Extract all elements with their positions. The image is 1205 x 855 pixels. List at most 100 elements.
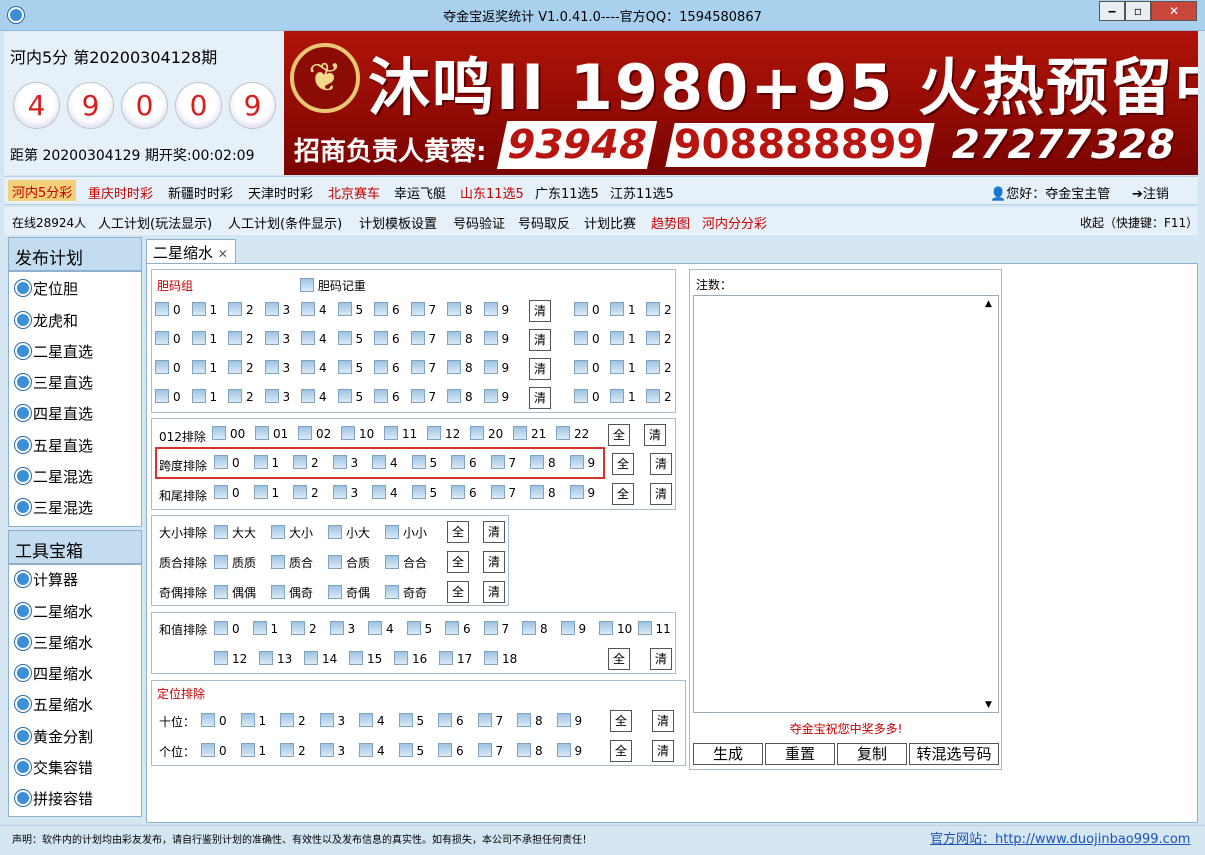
checkbox-option[interactable]: 大大 — [214, 524, 256, 541]
checkbox-option[interactable]: 奇奇 — [385, 584, 427, 601]
checkbox[interactable] — [228, 360, 242, 374]
checkbox-option[interactable]: 6 — [374, 331, 400, 346]
official-site-link[interactable]: 官方网站：http://www.duojinbao999.com — [930, 828, 1190, 847]
nav-item[interactable]: 江苏11选5 — [610, 183, 674, 202]
checkbox[interactable] — [483, 389, 498, 403]
checkbox-option[interactable]: 3 — [264, 331, 290, 346]
checkbox-option[interactable]: 4 — [372, 455, 398, 470]
checkbox-option[interactable]: 9 — [483, 360, 509, 375]
checkbox-option[interactable]: 2 — [293, 485, 319, 500]
checkbox-option[interactable]: 2 — [280, 713, 306, 728]
checkbox[interactable] — [332, 485, 347, 499]
checkbox-option[interactable]: 3 — [264, 389, 290, 404]
checkbox[interactable] — [410, 360, 425, 374]
checkbox[interactable] — [304, 651, 318, 665]
checkbox[interactable] — [191, 360, 206, 374]
checkbox[interactable] — [477, 713, 492, 727]
checkbox[interactable] — [610, 302, 624, 316]
checkbox[interactable] — [513, 426, 527, 440]
result-textarea[interactable] — [693, 295, 999, 713]
checkbox-option[interactable]: 2 — [291, 621, 317, 636]
sidebar-item[interactable]: 二星缩水 — [15, 601, 93, 622]
checkbox-option[interactable]: 9 — [483, 302, 509, 317]
checkbox[interactable] — [483, 621, 498, 635]
checkbox[interactable] — [155, 302, 169, 316]
scroll-up-icon[interactable]: ▲ — [985, 299, 992, 309]
checkbox-option[interactable]: 大小 — [271, 524, 313, 541]
checkbox-option[interactable]: 3 — [319, 713, 345, 728]
checkbox[interactable] — [530, 455, 544, 469]
checkbox[interactable] — [264, 331, 279, 345]
checkbox[interactable] — [328, 555, 342, 569]
checkbox-option[interactable]: 7 — [483, 621, 509, 636]
checkbox[interactable] — [191, 331, 206, 345]
checkbox[interactable] — [439, 651, 453, 665]
checkbox[interactable] — [228, 302, 242, 316]
sidebar-item[interactable]: 黄金分割 — [15, 726, 93, 747]
sidebar-item[interactable]: 交集容错 — [15, 757, 93, 778]
checkbox[interactable] — [191, 389, 206, 403]
reset-button[interactable]: 重置 — [765, 743, 835, 765]
checkbox[interactable] — [214, 455, 228, 469]
checkbox[interactable] — [517, 713, 531, 727]
checkbox-option[interactable]: 2 — [228, 331, 254, 346]
sidebar-item[interactable]: 定位胆 — [15, 278, 78, 299]
clear-button[interactable]: 清 — [483, 521, 505, 543]
checkbox-option[interactable]: 1 — [610, 331, 636, 346]
sidebar-item[interactable]: 二星混选 — [15, 466, 93, 487]
generate-button[interactable]: 生成 — [693, 743, 763, 765]
checkbox-option[interactable]: 2 — [228, 360, 254, 375]
checkbox[interactable] — [451, 485, 465, 499]
checkbox-option[interactable]: 2 — [646, 331, 672, 346]
convert-button[interactable]: 转混选号码 — [909, 743, 999, 765]
select-all-button[interactable]: 全 — [447, 551, 469, 573]
sidebar-item[interactable]: 五星缩水 — [15, 694, 93, 715]
checkbox[interactable] — [291, 621, 305, 635]
checkbox-option[interactable]: 0 — [155, 302, 181, 317]
checkbox[interactable] — [280, 713, 294, 727]
checkbox-option[interactable]: 16 — [394, 651, 427, 666]
checkbox[interactable] — [214, 651, 228, 665]
checkbox-option[interactable]: 0 — [574, 360, 600, 375]
select-all-button[interactable]: 全 — [447, 581, 469, 603]
checkbox-option[interactable]: 00 — [212, 426, 245, 441]
checkbox-option[interactable]: 1 — [610, 302, 636, 317]
nav2-item[interactable]: 人工计划(玩法显示) — [98, 213, 212, 232]
checkbox-option[interactable]: 7 — [490, 485, 516, 500]
nav2-item[interactable]: 趋势图 — [651, 213, 690, 232]
checkbox[interactable] — [483, 360, 498, 374]
checkbox[interactable] — [447, 331, 461, 345]
checkbox[interactable] — [301, 360, 315, 374]
checkbox-option[interactable]: 5 — [406, 621, 432, 636]
checkbox-option[interactable]: 4 — [301, 360, 327, 375]
checkbox[interactable] — [301, 389, 315, 403]
checkbox[interactable] — [201, 743, 215, 757]
checkbox-option[interactable]: 7 — [490, 455, 516, 470]
checkbox[interactable] — [374, 389, 388, 403]
checkbox[interactable] — [328, 585, 342, 599]
checkbox[interactable] — [490, 455, 505, 469]
checkbox-option[interactable]: 0 — [155, 331, 181, 346]
checkbox-option[interactable]: 13 — [259, 651, 292, 666]
checkbox[interactable] — [610, 360, 624, 374]
checkbox[interactable] — [337, 331, 352, 345]
tab-close-icon[interactable]: ✕ — [218, 247, 228, 261]
select-all-button[interactable]: 全 — [447, 521, 469, 543]
checkbox-option[interactable]: 2 — [228, 389, 254, 404]
checkbox-option[interactable]: 奇偶 — [328, 584, 370, 601]
checkbox-option[interactable]: 小大 — [328, 524, 370, 541]
checkbox[interactable] — [406, 621, 421, 635]
checkbox-option[interactable]: 17 — [439, 651, 472, 666]
checkbox-option[interactable]: 21 — [513, 426, 546, 441]
checkbox[interactable] — [610, 331, 624, 345]
checkbox-option[interactable]: 6 — [451, 455, 477, 470]
checkbox[interactable] — [374, 331, 388, 345]
checkbox[interactable] — [341, 426, 355, 440]
clear-button[interactable]: 清 — [529, 329, 551, 351]
checkbox-option[interactable]: 01 — [255, 426, 288, 441]
checkbox-option[interactable]: 10 — [341, 426, 374, 441]
clear-button[interactable]: 清 — [483, 581, 505, 603]
tab-two-star-shrink[interactable]: 二星缩水 ✕ — [146, 239, 236, 264]
checkbox-option[interactable]: 8 — [517, 743, 543, 758]
checkbox-option[interactable]: 小小 — [385, 524, 427, 541]
